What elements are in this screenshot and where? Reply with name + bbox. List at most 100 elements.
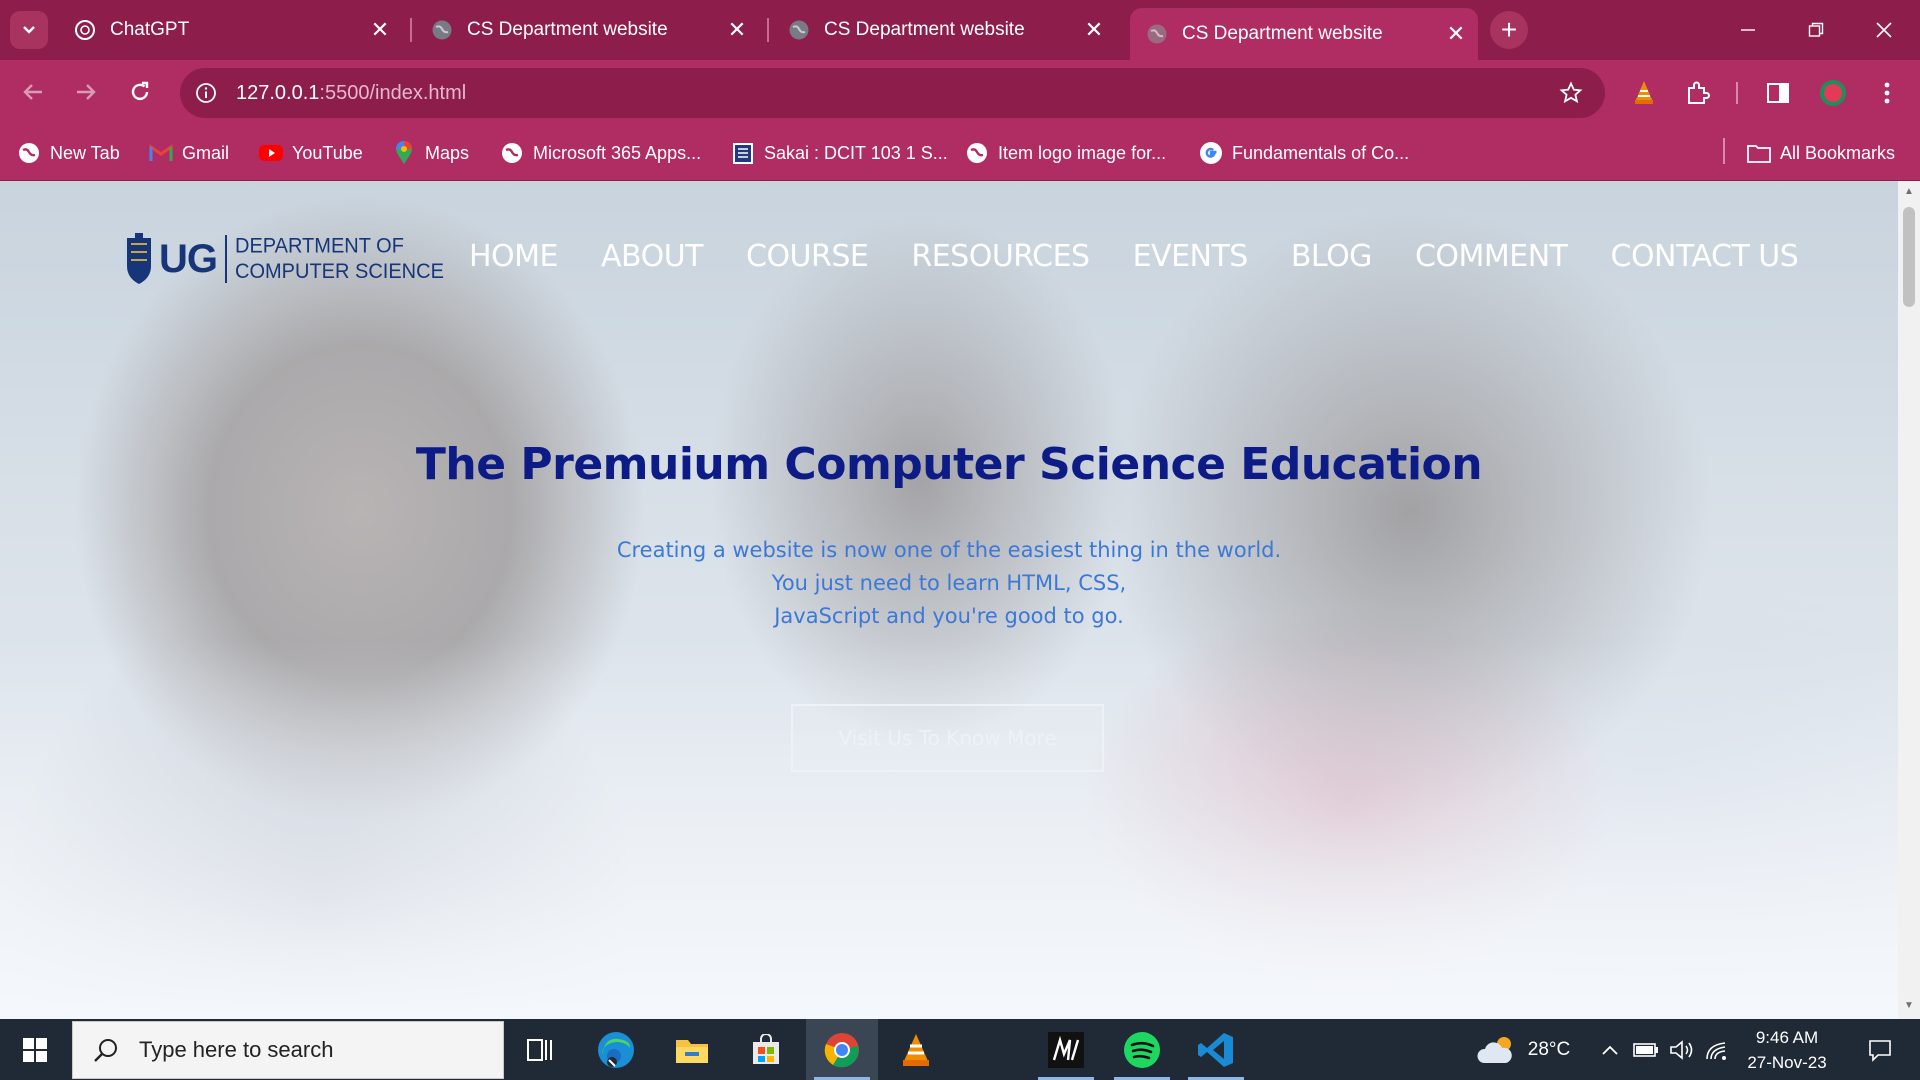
close-icon[interactable]: ✕ (723, 16, 751, 44)
bookmark-maps[interactable]: Maps (392, 138, 469, 168)
start-button[interactable] (0, 1019, 70, 1080)
search-placeholder: Type here to search (139, 1037, 334, 1062)
hero-subtitle-line: Creating a website is now one of the eas… (616, 538, 1282, 562)
tab-title: CS Department website (1182, 23, 1383, 44)
tab-search-button[interactable] (10, 11, 48, 49)
clock-time: 9:46 AM (1755, 1028, 1819, 1047)
all-bookmarks-button[interactable]: All Bookmarks (1747, 138, 1895, 168)
site-info-icon[interactable] (190, 77, 222, 109)
reload-button[interactable] (120, 72, 160, 112)
forward-button[interactable] (66, 72, 106, 112)
close-icon[interactable]: ✕ (1442, 20, 1470, 48)
university-crest-icon (125, 231, 153, 287)
nav-about[interactable]: ABOUT (601, 239, 703, 274)
bookmark-gmail[interactable]: Gmail (149, 138, 229, 168)
nav-comment[interactable]: COMMENT (1415, 239, 1568, 274)
url-text[interactable]: 127.0.0.1:5500/index.html (236, 82, 466, 105)
nav-blog[interactable]: BLOG (1291, 239, 1373, 274)
nav-home[interactable]: HOME (469, 239, 559, 274)
nav-course[interactable]: COURSE (746, 239, 869, 274)
restore-button[interactable] (1796, 12, 1836, 48)
notification-icon (1869, 1039, 1891, 1062)
nav-events[interactable]: EVENTS (1133, 239, 1249, 274)
url-path: :5500/index.html (319, 81, 467, 104)
taskbar-edge[interactable] (580, 1019, 652, 1080)
battery-icon[interactable] (1632, 1019, 1660, 1080)
notification-center-button[interactable] (1854, 1019, 1906, 1080)
weather-widget[interactable]: 28°C (1468, 1019, 1578, 1080)
new-tab-button[interactable]: + (1490, 11, 1528, 49)
bookmark-label: YouTube (292, 142, 363, 163)
weather-temperature: 28°C (1527, 1038, 1571, 1060)
m-app-icon (1048, 1031, 1084, 1068)
minimize-button[interactable] (1728, 12, 1768, 48)
tab-title: CS Department website (467, 19, 668, 40)
scroll-down-arrow-icon[interactable]: ▼ (1903, 999, 1915, 1013)
google-icon (1199, 141, 1223, 165)
youtube-icon (259, 141, 283, 165)
system-clock[interactable]: 9:46 AM 27-Nov-23 (1728, 1025, 1846, 1075)
bookmark-sakai[interactable]: Sakai : DCIT 103 1 S... (731, 138, 948, 168)
file-explorer-icon (676, 1039, 708, 1063)
taskbar-search-box[interactable]: Type here to search (72, 1021, 504, 1079)
edge-icon (598, 1031, 634, 1068)
gmail-icon (149, 141, 173, 165)
tray-overflow-chevron-icon[interactable] (1598, 1019, 1622, 1080)
address-bar[interactable]: 127.0.0.1:5500/index.html (180, 68, 1605, 118)
clock-date: 27-Nov-23 (1747, 1053, 1827, 1072)
bookmark-label: Microsoft 365 Apps... (533, 142, 702, 163)
wifi-icon[interactable] (1704, 1019, 1730, 1080)
back-button[interactable] (13, 72, 53, 112)
taskbar-vscode[interactable] (1180, 1019, 1252, 1080)
tab-cs-department-active[interactable]: CS Department website ✕ (1130, 8, 1478, 60)
bookmark-star-icon[interactable] (1557, 79, 1585, 107)
volume-icon[interactable] (1668, 1019, 1696, 1080)
extensions-puzzle-icon[interactable] (1680, 75, 1716, 111)
bookmark-microsoft-365[interactable]: Microsoft 365 Apps... (500, 138, 701, 168)
tab-cs-department-1[interactable]: CS Department website ✕ (415, 8, 759, 52)
bookmark-label: Fundamentals of Co... (1232, 142, 1410, 163)
hero-subtitle-line: You just need to learn HTML, CSS, (771, 571, 1127, 595)
task-view-button[interactable] (504, 1019, 576, 1080)
hero-subtitle-line: JavaScript and you're good to go. (774, 604, 1124, 628)
scroll-up-arrow-icon[interactable]: ▲ (1903, 185, 1915, 199)
restore-icon (1808, 22, 1824, 37)
taskbar-microsoft-store[interactable] (730, 1019, 802, 1080)
bookmark-item-logo[interactable]: Item logo image for... (965, 138, 1166, 168)
side-panel-icon[interactable] (1760, 75, 1796, 111)
page-scrollbar[interactable]: ▲ ▼ (1898, 181, 1920, 1019)
tab-chatgpt[interactable]: ChatGPT ✕ (58, 8, 402, 52)
close-icon[interactable]: ✕ (1080, 16, 1108, 44)
taskbar-file-explorer[interactable] (656, 1019, 728, 1080)
minimize-icon (1741, 29, 1755, 31)
nav-contact-us[interactable]: CONTACT US (1611, 239, 1799, 274)
visit-us-button[interactable]: Visit Us To Know More (791, 704, 1104, 772)
bookmarks-divider (1723, 138, 1725, 164)
scrollbar-thumb[interactable] (1903, 207, 1915, 307)
hero-title: The Premuium Computer Science Education (415, 439, 1483, 490)
tab-title: CS Department website (824, 19, 1025, 40)
close-icon (1876, 22, 1892, 38)
close-window-button[interactable] (1864, 12, 1904, 48)
tab-separator (410, 18, 412, 42)
bookmark-new-tab[interactable]: New Tab (17, 138, 120, 168)
vlc-extension-icon[interactable] (1626, 75, 1662, 111)
site-logo[interactable]: UG DEPARTMENT OF COMPUTER SCIENCE (125, 231, 444, 287)
windows-taskbar: Type here to search 28°C 9:46 AM 27-Nov-… (0, 1019, 1920, 1080)
hero-subtitle: Creating a website is now one of the eas… (0, 534, 1898, 633)
taskbar-vlc[interactable] (880, 1019, 952, 1080)
bookmark-label: Sakai : DCIT 103 1 S... (764, 142, 948, 163)
nav-resources[interactable]: RESOURCES (911, 239, 1090, 274)
logo-separator (225, 235, 227, 283)
bookmark-youtube[interactable]: YouTube (259, 138, 363, 168)
tab-title: ChatGPT (110, 19, 190, 40)
profile-avatar-icon[interactable] (1815, 75, 1851, 111)
taskbar-spotify[interactable] (1106, 1019, 1178, 1080)
close-icon[interactable]: ✕ (366, 16, 394, 44)
tab-cs-department-2[interactable]: CS Department website ✕ (772, 8, 1116, 52)
kebab-menu-icon[interactable] (1869, 75, 1905, 111)
taskbar-m-app[interactable] (1030, 1019, 1102, 1080)
taskbar-chrome[interactable] (806, 1019, 878, 1080)
bookmark-fundamentals[interactable]: Fundamentals of Co... (1199, 138, 1409, 168)
maps-pin-icon (392, 141, 416, 165)
